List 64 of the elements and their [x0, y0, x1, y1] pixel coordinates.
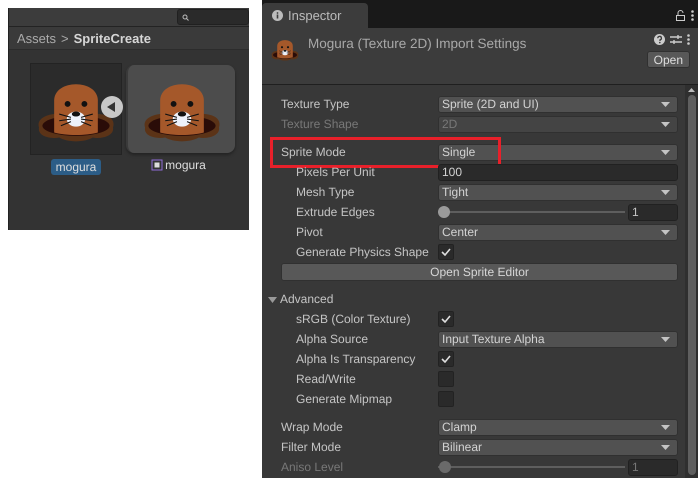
search-field[interactable] [177, 9, 249, 25]
asset-label[interactable]: mogura [146, 157, 211, 173]
number-field[interactable]: 1 [628, 204, 678, 220]
field-label: Alpha Is Transparency [296, 352, 416, 366]
scrollbar[interactable] [685, 85, 698, 478]
dropdown-caret-icon [661, 336, 670, 342]
checkbox[interactable] [438, 311, 454, 327]
field-label: Mesh Type [296, 185, 356, 199]
scroll-up-icon[interactable] [688, 88, 695, 92]
help-icon[interactable] [654, 34, 665, 45]
open-sprite-editor-button[interactable]: Open Sprite Editor [281, 263, 678, 281]
field-label: Generate Physics Shape [296, 245, 430, 259]
sprite-icon [151, 159, 164, 171]
lock-icon[interactable] [676, 10, 685, 21]
dropdown-caret-icon [661, 150, 670, 154]
info-icon [272, 10, 283, 21]
field-label: Pixels Per Unit [296, 165, 376, 179]
dropdown[interactable]: Tight [438, 184, 678, 200]
checkbox[interactable] [438, 244, 454, 260]
number-field[interactable]: 100 [438, 164, 678, 180]
dropdown[interactable]: Center [438, 224, 678, 240]
field-label: Sprite Mode [281, 145, 347, 159]
slider-thumb[interactable] [438, 206, 450, 218]
dropdown[interactable]: Bilinear [438, 438, 678, 456]
checkbox[interactable] [438, 351, 454, 367]
field-label: Read/Write [296, 372, 357, 386]
field-label: Extrude Edges [296, 205, 376, 219]
checkmark-icon [441, 248, 451, 256]
dropdown-caret-icon [661, 230, 670, 234]
asset-label[interactable]: mogura [50, 159, 102, 175]
field-label: Alpha Source [296, 332, 370, 346]
asset-thumbnail[interactable] [126, 65, 235, 153]
dropdown-caret-icon [661, 122, 670, 126]
breadcrumb-link[interactable]: Assets [17, 30, 56, 46]
breadcrumb-separator: > [61, 30, 69, 46]
dropdown[interactable]: Single [438, 144, 678, 160]
dropdown[interactable]: Clamp [438, 418, 678, 436]
foldout-label[interactable]: Advanced [280, 292, 334, 306]
dropdown-caret-icon [661, 190, 670, 194]
settings-sliders-icon[interactable] [670, 34, 682, 45]
field-label: Wrap Mode [281, 420, 344, 434]
field-label: Pivot [296, 225, 324, 239]
foldout-caret-icon[interactable] [268, 294, 277, 304]
checkmark-icon [441, 315, 451, 323]
inspector-tab[interactable]: Inspector [262, 3, 368, 28]
dropdown-caret-icon [661, 444, 670, 450]
field-label: sRGB (Color Texture) [296, 312, 412, 326]
search-icon [182, 14, 189, 20]
open-button[interactable]: Open [646, 51, 690, 68]
field-label: Generate Mipmap [296, 392, 394, 406]
breadcrumb-current: SpriteCreate [74, 30, 151, 46]
inspector-title: Mogura (Texture 2D) Import Settings [308, 36, 528, 53]
dropdown-caret-icon [661, 102, 670, 106]
dropdown[interactable]: Sprite (2D and UI) [438, 96, 678, 112]
field-label: Texture Type [281, 97, 350, 111]
dropdown[interactable]: Input Texture Alpha [438, 330, 678, 348]
more-icon[interactable] [687, 34, 690, 45]
field-label: Aniso Level [281, 460, 344, 474]
field-label: Filter Mode [281, 440, 342, 454]
more-icon[interactable] [691, 10, 694, 21]
collapse-arrow-button[interactable] [101, 96, 123, 118]
checkmark-icon [441, 355, 451, 363]
dropdown-caret-icon [661, 424, 670, 430]
field-label: Texture Shape [281, 117, 360, 131]
